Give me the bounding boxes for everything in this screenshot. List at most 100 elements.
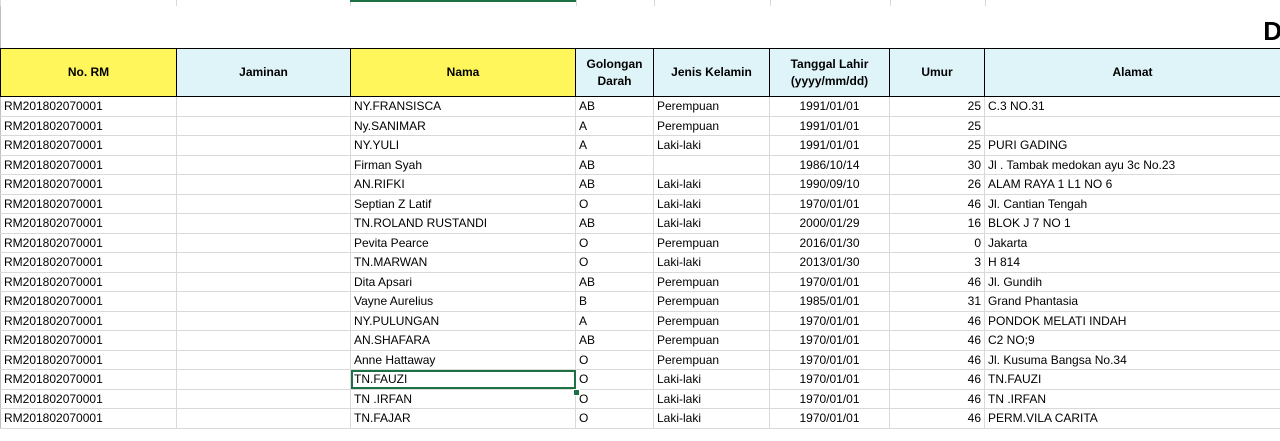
cell-golongan-darah[interactable]: O [575, 350, 654, 370]
cell-tanggal-lahir[interactable]: 1970/01/01 [769, 330, 890, 351]
cell-jenis-kelamin[interactable]: Laki-laki [653, 174, 770, 195]
cell-tanggal-lahir[interactable]: 2016/01/30 [769, 233, 890, 253]
cell-tanggal-lahir[interactable]: 1970/01/01 [769, 272, 890, 292]
cell-nama[interactable]: TN.FAJAR [350, 408, 576, 429]
cell-jaminan[interactable] [176, 389, 351, 409]
cell-golongan-darah[interactable]: A [575, 135, 654, 156]
cell-jaminan[interactable] [176, 408, 351, 429]
cell-umur[interactable]: 26 [889, 174, 985, 195]
cell-no-rm[interactable]: RM201802070001 [0, 330, 177, 351]
cell-no-rm[interactable]: RM201802070001 [0, 369, 177, 390]
cell-jenis-kelamin[interactable]: Laki-laki [653, 389, 770, 409]
header-jaminan[interactable]: Jaminan [176, 48, 351, 97]
cell-jaminan[interactable] [176, 116, 351, 136]
cell-jenis-kelamin[interactable] [653, 155, 770, 175]
cell-no-rm[interactable]: RM201802070001 [0, 233, 177, 253]
cell-tanggal-lahir[interactable]: 2000/01/29 [769, 213, 890, 234]
cell-tanggal-lahir[interactable]: 1970/01/01 [769, 194, 890, 214]
cell-no-rm[interactable]: RM201802070001 [0, 291, 177, 312]
cell-alamat[interactable] [984, 116, 1280, 136]
header-alamat[interactable]: Alamat [984, 48, 1280, 97]
header-tanggal-lahir[interactable]: Tanggal Lahir (yyyy/mm/dd) [769, 48, 890, 97]
cell-nama[interactable]: TN.FAUZI [350, 369, 576, 390]
cell-nama[interactable]: Pevita Pearce [350, 233, 576, 253]
cell-tanggal-lahir[interactable]: 1985/01/01 [769, 291, 890, 312]
header-nama[interactable]: Nama [350, 48, 576, 97]
cell-alamat[interactable]: PERM.VILA CARITA [984, 408, 1280, 429]
cell-no-rm[interactable]: RM201802070001 [0, 135, 177, 156]
cell-jenis-kelamin[interactable]: Perempuan [653, 233, 770, 253]
header-umur[interactable]: Umur [889, 48, 985, 97]
cell-no-rm[interactable]: RM201802070001 [0, 311, 177, 331]
cell-nama[interactable]: Dita Apsari [350, 272, 576, 292]
cell-tanggal-lahir[interactable]: 1990/09/10 [769, 174, 890, 195]
cell-nama[interactable]: AN.SHAFARA [350, 330, 576, 351]
cell-no-rm[interactable]: RM201802070001 [0, 194, 177, 214]
cell-alamat[interactable]: H 814 [984, 252, 1280, 273]
cell-golongan-darah[interactable]: AB [575, 213, 654, 234]
cell-jenis-kelamin[interactable]: Perempuan [653, 330, 770, 351]
cell-jaminan[interactable] [176, 311, 351, 331]
fill-handle[interactable] [573, 389, 580, 396]
cell-no-rm[interactable]: RM201802070001 [0, 389, 177, 409]
cell-alamat[interactable]: Jakarta [984, 233, 1280, 253]
cell-jaminan[interactable] [176, 350, 351, 370]
cell-umur[interactable]: 25 [889, 96, 985, 117]
cell-nama[interactable]: TN .IRFAN [350, 389, 576, 409]
cell-jaminan[interactable] [176, 135, 351, 156]
cell-jaminan[interactable] [176, 233, 351, 253]
cell-tanggal-lahir[interactable]: 1991/01/01 [769, 116, 890, 136]
cell-jenis-kelamin[interactable]: Perempuan [653, 272, 770, 292]
cell-tanggal-lahir[interactable]: 1986/10/14 [769, 155, 890, 175]
cell-jaminan[interactable] [176, 155, 351, 175]
cell-umur[interactable]: 31 [889, 291, 985, 312]
cell-nama[interactable]: TN.MARWAN [350, 252, 576, 273]
cell-golongan-darah[interactable]: O [575, 194, 654, 214]
cell-nama[interactable]: Septian Z Latif [350, 194, 576, 214]
cell-nama[interactable]: Firman Syah [350, 155, 576, 175]
cell-jaminan[interactable] [176, 174, 351, 195]
cell-tanggal-lahir[interactable]: 1970/01/01 [769, 369, 890, 390]
cell-alamat[interactable]: C2 NO;9 [984, 330, 1280, 351]
cell-umur[interactable]: 46 [889, 272, 985, 292]
cell-alamat[interactable]: TN .IRFAN [984, 389, 1280, 409]
cell-umur[interactable]: 46 [889, 311, 985, 331]
cell-golongan-darah[interactable]: AB [575, 330, 654, 351]
cell-nama[interactable]: NY.PULUNGAN [350, 311, 576, 331]
cell-golongan-darah[interactable]: O [575, 252, 654, 273]
cell-golongan-darah[interactable]: O [575, 389, 654, 409]
cell-alamat[interactable]: Grand Phantasia [984, 291, 1280, 312]
cell-jaminan[interactable] [176, 252, 351, 273]
cell-nama[interactable]: NY.YULI [350, 135, 576, 156]
cell-umur[interactable]: 46 [889, 389, 985, 409]
cell-umur[interactable]: 46 [889, 408, 985, 429]
cell-golongan-darah[interactable]: O [575, 233, 654, 253]
cell-tanggal-lahir[interactable]: 1991/01/01 [769, 96, 890, 117]
cell-tanggal-lahir[interactable]: 1970/01/01 [769, 350, 890, 370]
cell-jenis-kelamin[interactable]: Perempuan [653, 116, 770, 136]
cell-jaminan[interactable] [176, 291, 351, 312]
cell-tanggal-lahir[interactable]: 1991/01/01 [769, 135, 890, 156]
cell-jaminan[interactable] [176, 369, 351, 390]
cell-alamat[interactable]: ALAM RAYA 1 L1 NO 6 [984, 174, 1280, 195]
cell-umur[interactable]: 3 [889, 252, 985, 273]
cell-umur[interactable]: 46 [889, 350, 985, 370]
cell-tanggal-lahir[interactable]: 1970/01/01 [769, 311, 890, 331]
cell-nama[interactable]: Ny.SANIMAR [350, 116, 576, 136]
cell-golongan-darah[interactable]: O [575, 369, 654, 390]
cell-no-rm[interactable]: RM201802070001 [0, 96, 177, 117]
cell-no-rm[interactable]: RM201802070001 [0, 408, 177, 429]
cell-golongan-darah[interactable]: O [575, 408, 654, 429]
cell-tanggal-lahir[interactable]: 1970/01/01 [769, 408, 890, 429]
cell-umur[interactable]: 25 [889, 116, 985, 136]
cell-jaminan[interactable] [176, 194, 351, 214]
cell-umur[interactable]: 0 [889, 233, 985, 253]
cell-jenis-kelamin[interactable]: Laki-laki [653, 194, 770, 214]
cell-nama[interactable]: AN.RIFKI [350, 174, 576, 195]
cell-nama[interactable]: Vayne Aurelius [350, 291, 576, 312]
cell-golongan-darah[interactable]: A [575, 116, 654, 136]
cell-nama[interactable]: TN.ROLAND RUSTANDI [350, 213, 576, 234]
cell-umur[interactable]: 16 [889, 213, 985, 234]
cell-alamat[interactable]: Jl. Cantian Tengah [984, 194, 1280, 214]
header-golongan-darah[interactable]: Golongan Darah [575, 48, 654, 97]
